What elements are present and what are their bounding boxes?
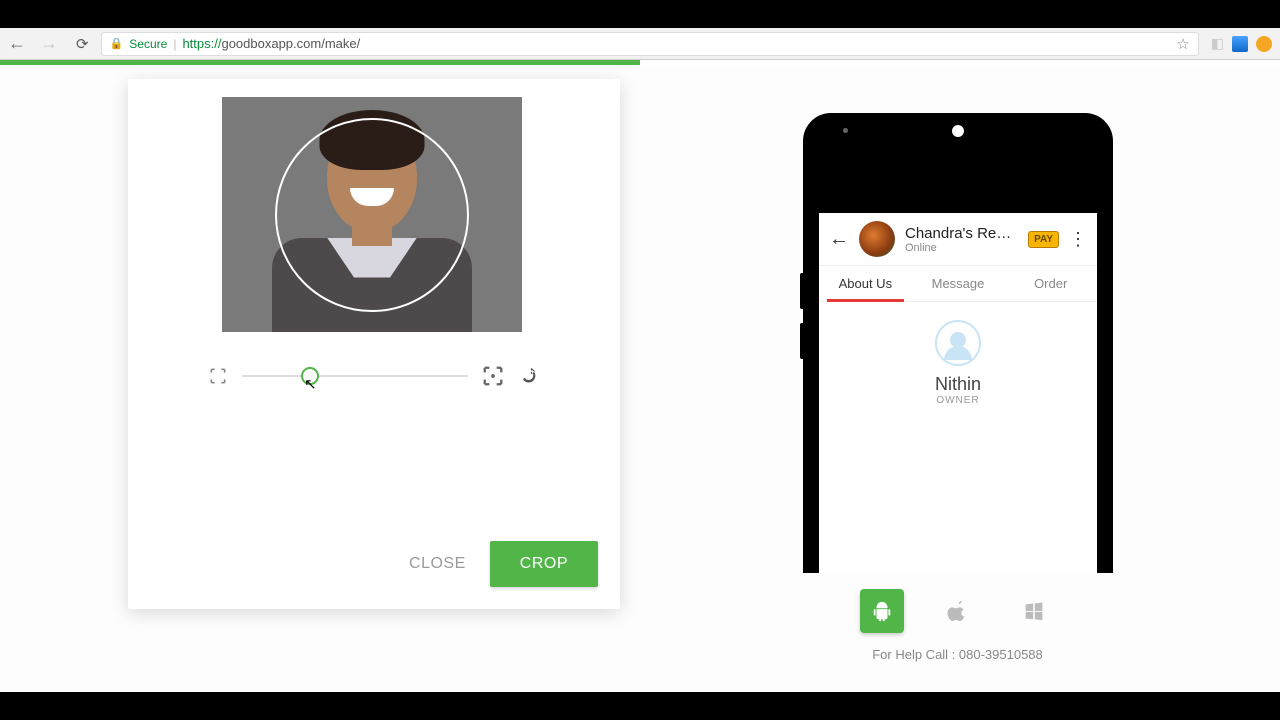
crop-image-area[interactable] <box>222 97 522 332</box>
shop-name: Chandra's Restau... <box>905 225 1018 242</box>
forward-icon[interactable]: → <box>40 33 58 54</box>
uploaded-photo[interactable] <box>247 97 497 332</box>
zoom-slider-thumb[interactable] <box>301 367 319 385</box>
extension-icon[interactable] <box>1232 36 1248 52</box>
owner-role: OWNER <box>819 395 1097 406</box>
zoom-slider[interactable] <box>242 375 468 377</box>
profile-icon[interactable] <box>1256 36 1272 52</box>
bookmark-star-icon[interactable]: ☆ <box>1176 35 1189 53</box>
crop-modal: ↖ CLOSE CROP <box>128 79 620 609</box>
tab-bar: About Us Message Order <box>819 266 1097 302</box>
secure-label: Secure <box>129 37 167 51</box>
android-icon[interactable] <box>860 589 904 633</box>
tab-order[interactable]: Order <box>1004 266 1097 301</box>
owner-card: Nithin OWNER <box>819 302 1097 424</box>
lock-icon: 🔒 <box>110 37 124 50</box>
tab-message[interactable]: Message <box>912 266 1005 301</box>
app-header: ← Chandra's Restau... Online PAY ⋮ <box>819 213 1097 266</box>
phone-screen: ← Chandra's Restau... Online PAY ⋮ About… <box>819 213 1097 573</box>
reload-icon[interactable]: ⟳ <box>76 35 89 53</box>
back-icon[interactable]: ← <box>8 33 26 54</box>
address-bar[interactable]: 🔒 Secure | https://goodboxapp.com/make/ … <box>101 32 1199 56</box>
platform-footer: For Help Call : 080-39510588 <box>690 589 1225 662</box>
crop-button[interactable]: CROP <box>490 541 598 587</box>
windows-icon[interactable] <box>1012 589 1056 633</box>
phone-preview-frame: ← Chandra's Restau... Online PAY ⋮ About… <box>803 113 1113 573</box>
zoom-in-icon[interactable] <box>482 365 504 387</box>
shop-status: Online <box>905 242 1018 254</box>
back-arrow-icon[interactable]: ← <box>829 228 849 251</box>
more-menu-icon[interactable]: ⋮ <box>1069 229 1087 250</box>
help-call-text: For Help Call : 080-39510588 <box>690 647 1225 662</box>
zoom-controls <box>208 361 538 391</box>
url-text: https://goodboxapp.com/make/ <box>182 36 360 51</box>
rotate-icon[interactable] <box>518 366 538 386</box>
shop-avatar[interactable] <box>859 221 895 257</box>
apple-icon[interactable] <box>936 589 980 633</box>
browser-toolbar: ← → ⟳ 🔒 Secure | https://goodboxapp.com/… <box>0 28 1280 60</box>
extension-icon[interactable]: ◧ <box>1211 35 1224 52</box>
owner-name: Nithin <box>819 374 1097 395</box>
zoom-out-icon[interactable] <box>208 366 228 386</box>
owner-avatar-placeholder[interactable] <box>935 320 981 366</box>
tab-about-us[interactable]: About Us <box>819 266 912 301</box>
pay-badge[interactable]: PAY <box>1028 231 1059 248</box>
close-button[interactable]: CLOSE <box>409 555 466 573</box>
